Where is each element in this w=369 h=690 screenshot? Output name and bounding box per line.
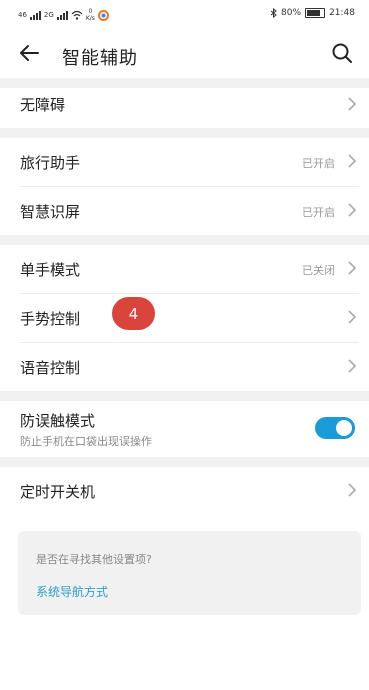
suggestion-card: 是否在寻找其他设置项? 系统导航方式 — [18, 531, 361, 615]
chevron-right-icon — [348, 154, 357, 168]
network-type-2: 2G — [43, 11, 54, 19]
row-label: 智慧识屏 — [20, 203, 81, 221]
wifi-icon — [71, 10, 83, 20]
status-right: 80% 21:48 — [270, 8, 355, 18]
suggestion-question: 是否在寻找其他设置项? — [36, 553, 152, 566]
row-smart-screen[interactable]: 智慧识屏 已开启 — [0, 187, 369, 235]
row-label: 无障碍 — [20, 96, 66, 114]
row-accessibility[interactable]: 无障碍 — [0, 88, 369, 128]
header: 智能辅助 — [0, 32, 369, 78]
chevron-right-icon — [348, 203, 357, 217]
status-bar: 46 2G 0 K/s 80% 21:48 — [0, 0, 369, 28]
bluetooth-icon — [270, 8, 277, 18]
app-notification-icon — [97, 9, 109, 21]
section-gap — [0, 235, 369, 245]
row-label: 旅行助手 — [20, 154, 81, 172]
speed-unit: K/s — [85, 15, 95, 22]
search-icon[interactable] — [331, 42, 353, 64]
row-voice-control[interactable]: 语音控制 — [0, 343, 369, 391]
row-travel-assistant[interactable]: 旅行助手 已开启 — [0, 138, 369, 186]
speed-value: 0 — [88, 8, 93, 15]
battery-icon — [305, 8, 326, 18]
chevron-right-icon — [348, 261, 357, 275]
page-title: 智能辅助 — [62, 48, 138, 69]
status-left: 46 2G 0 K/s — [18, 8, 109, 22]
chevron-right-icon — [348, 359, 357, 373]
row-one-hand-mode[interactable]: 单手模式 已关闭 — [0, 245, 369, 293]
suggestion-link[interactable]: 系统导航方式 — [36, 583, 108, 600]
row-status-value: 已关闭 — [302, 264, 335, 277]
row-anti-mistouch[interactable]: 防误触模式 防止手机在口袋出现误操作 — [0, 401, 369, 457]
row-label: 手势控制 — [20, 310, 81, 328]
signal-icon — [29, 10, 41, 20]
row-status-value: 已开启 — [302, 206, 335, 219]
section-gap — [0, 457, 369, 467]
row-label: 语音控制 — [20, 359, 81, 377]
chevron-right-icon — [348, 483, 357, 497]
signal-icon-2 — [56, 10, 68, 20]
row-label: 定时开关机 — [20, 483, 96, 501]
section-gap — [0, 128, 369, 138]
row-label: 防误触模式 — [20, 412, 96, 430]
battery-percent: 80% — [281, 8, 302, 18]
row-label: 单手模式 — [20, 261, 81, 279]
row-status-value: 已开启 — [302, 157, 335, 170]
row-scheduled-power[interactable]: 定时开关机 — [0, 467, 369, 515]
anti-mistouch-toggle[interactable] — [315, 417, 355, 439]
section-gap — [0, 391, 369, 401]
row-gesture-control[interactable]: 手势控制 — [0, 294, 369, 342]
network-type-1: 46 — [18, 11, 27, 19]
chevron-right-icon — [348, 310, 357, 324]
chevron-right-icon — [348, 97, 357, 111]
status-time: 21:48 — [329, 8, 355, 18]
section-gap — [0, 78, 369, 88]
step-badge: 4 — [112, 297, 155, 330]
back-arrow-icon[interactable] — [18, 42, 40, 64]
row-subtitle: 防止手机在口袋出现误操作 — [20, 435, 152, 448]
